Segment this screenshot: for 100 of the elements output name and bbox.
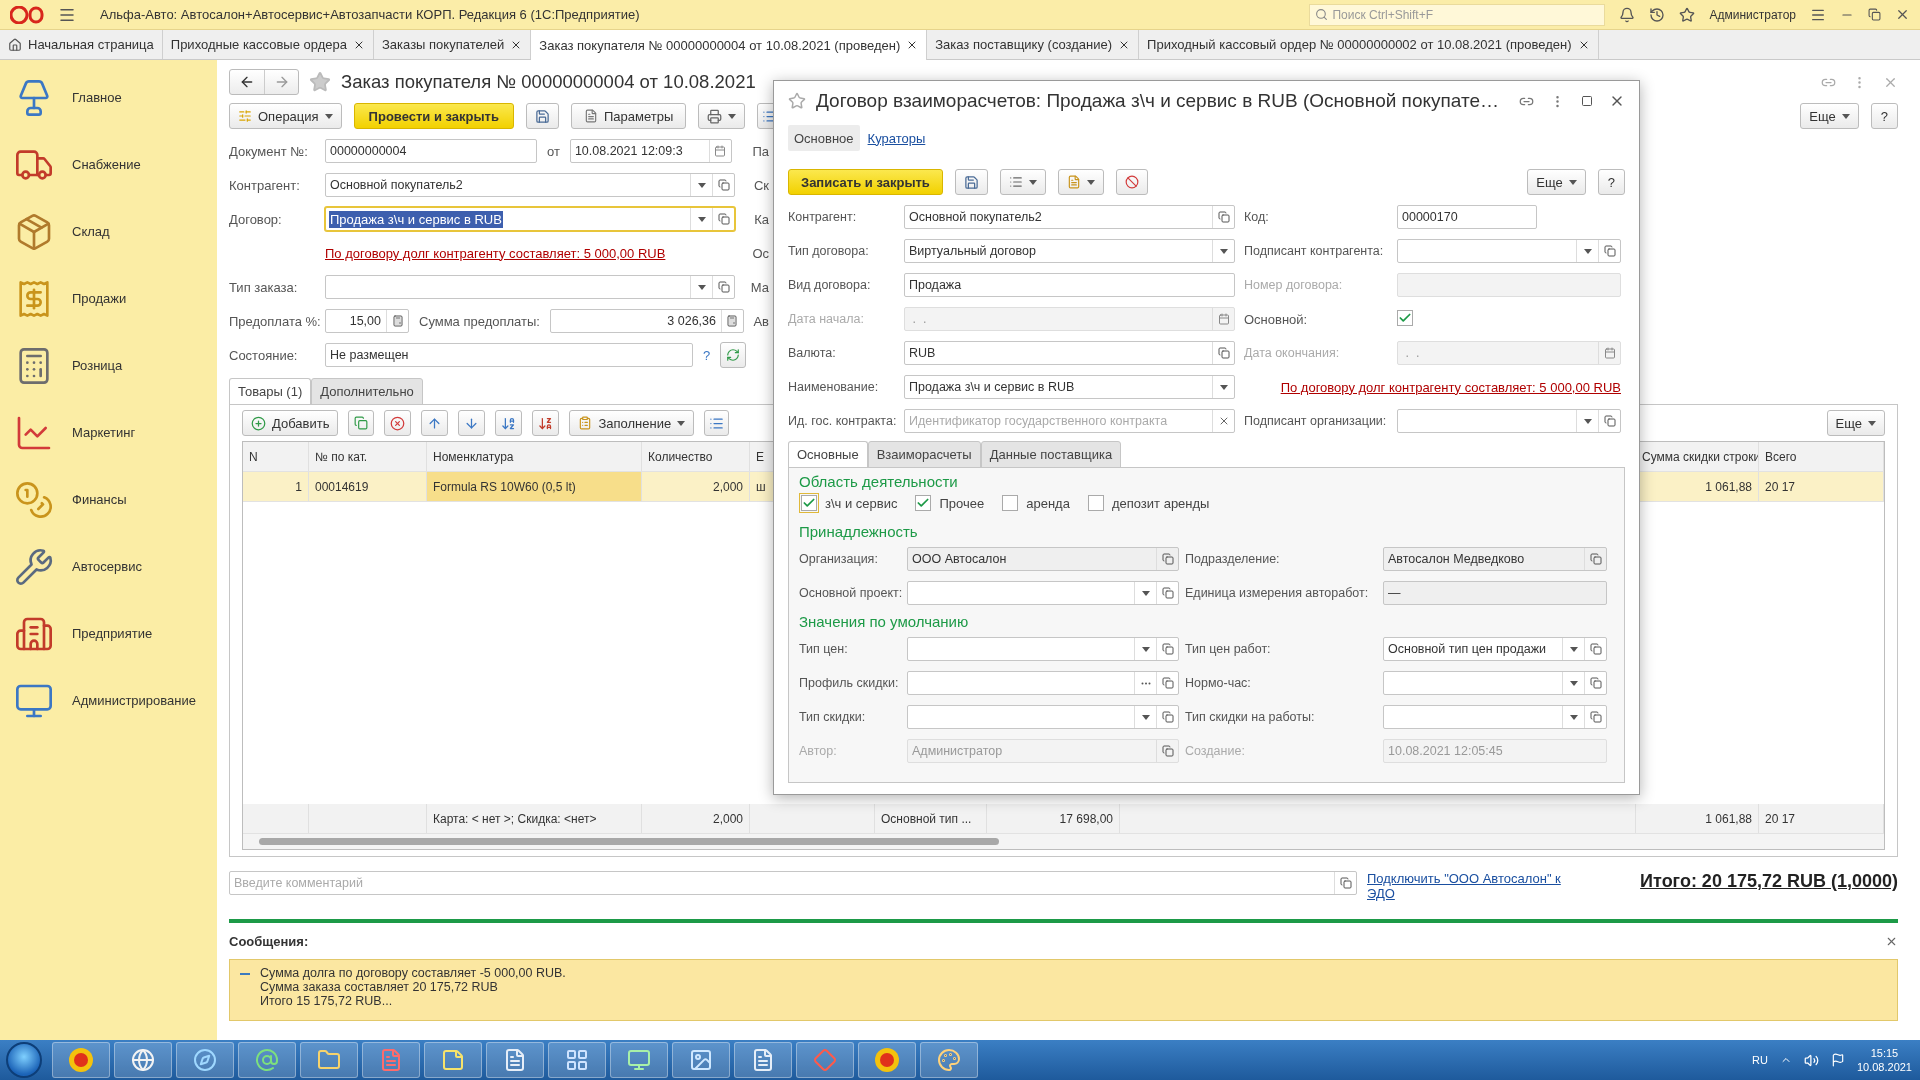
- list-button[interactable]: [999, 169, 1046, 195]
- maximize-icon[interactable]: [1581, 95, 1593, 107]
- more-button[interactable]: Еще: [1800, 103, 1859, 129]
- taskbar-button[interactable]: [734, 1042, 792, 1078]
- checkbox-label[interactable]: аренда: [1026, 495, 1070, 511]
- input-field[interactable]: RUB: [904, 341, 1235, 365]
- tab[interactable]: Основные: [788, 441, 868, 468]
- input-field[interactable]: [325, 275, 735, 299]
- checkbox-label[interactable]: Прочее: [939, 495, 985, 511]
- taskbar-button[interactable]: [52, 1042, 110, 1078]
- taskbar-button[interactable]: [424, 1042, 482, 1078]
- input-field[interactable]: [907, 637, 1179, 661]
- restore-icon[interactable]: [1868, 8, 1881, 21]
- input-field[interactable]: —: [1383, 581, 1607, 605]
- tab[interactable]: Товары (1): [229, 378, 312, 405]
- tab[interactable]: Приходный кассовый ордер № 00000000002 от 10.08.2021 (проведен): [1139, 30, 1599, 59]
- tab[interactable]: Данные поставщика: [980, 441, 1122, 468]
- close-icon[interactable]: [1895, 7, 1910, 22]
- input-field[interactable]: Не размещен: [325, 343, 693, 367]
- horizontal-scrollbar[interactable]: [243, 834, 1884, 849]
- post-and-close-button[interactable]: Провести и закрыть: [353, 103, 514, 129]
- input-field[interactable]: 00000000004: [325, 139, 537, 163]
- taskbar-button[interactable]: [238, 1042, 296, 1078]
- taskbar-button[interactable]: [672, 1042, 730, 1078]
- checkbox-label[interactable]: з\ч и сервис: [825, 495, 898, 511]
- help-link[interactable]: ?: [703, 347, 711, 363]
- tab[interactable]: Начальная страница: [0, 30, 163, 59]
- checkbox[interactable]: [915, 495, 932, 511]
- input-field[interactable]: 3 026,36: [549, 309, 744, 333]
- help-button[interactable]: ?: [1597, 169, 1625, 195]
- parameters-button[interactable]: Параметры: [570, 103, 687, 129]
- checkbox[interactable]: [1087, 495, 1104, 511]
- table-cell[interactable]: 20 17: [1759, 472, 1884, 501]
- sidebar-item[interactable]: Снабжение: [0, 131, 217, 198]
- sort-ascending-button[interactable]: [495, 410, 523, 436]
- input-field[interactable]: [907, 581, 1179, 605]
- fill-button[interactable]: Заполнение: [569, 410, 695, 436]
- input-field[interactable]: ООО Автосалон: [907, 547, 1179, 571]
- sidebar-item[interactable]: Продажи: [0, 265, 217, 332]
- tab[interactable]: Взаиморасчеты: [867, 441, 981, 468]
- navigation-buttons[interactable]: [229, 69, 299, 95]
- edo-link[interactable]: Подключить "ООО Автосалон" к ЭДО: [1367, 871, 1567, 901]
- taskbar-button[interactable]: [610, 1042, 668, 1078]
- start-button[interactable]: [6, 1042, 42, 1078]
- input-field[interactable]: Продажа з\ч и сервис в RUB: [904, 375, 1235, 399]
- document-button[interactable]: [1057, 169, 1104, 195]
- taskbar-button[interactable]: [548, 1042, 606, 1078]
- debt-link[interactable]: По договору долг контрагенту составляет: 5 000,00 RUB: [1280, 379, 1621, 395]
- input-field[interactable]: Продажа: [904, 273, 1235, 297]
- taskbar-button[interactable]: [796, 1042, 854, 1078]
- input-field[interactable]: Идентификатор государственного контракта: [904, 409, 1235, 433]
- move-down-button[interactable]: [458, 410, 486, 436]
- checkbox[interactable]: [1002, 495, 1019, 511]
- cancel-button[interactable]: [1115, 169, 1148, 195]
- checkbox[interactable]: [801, 495, 817, 511]
- column-header[interactable]: Количество: [642, 442, 750, 471]
- user-name[interactable]: Администратор: [1709, 7, 1796, 22]
- list-button[interactable]: [704, 410, 730, 436]
- history-icon[interactable]: [1649, 6, 1666, 23]
- sidebar-item[interactable]: Предприятие: [0, 600, 217, 667]
- input-field[interactable]: 00000170: [1397, 205, 1537, 229]
- save-button[interactable]: [525, 103, 559, 129]
- input-field[interactable]: [907, 705, 1179, 729]
- add-button[interactable]: Добавить: [242, 410, 339, 436]
- column-header[interactable]: Номенклатура: [427, 442, 642, 471]
- input-field[interactable]: Автосалон Медведково: [1383, 547, 1607, 571]
- operation-button[interactable]: Операция: [229, 103, 342, 129]
- taskbar-button[interactable]: [362, 1042, 420, 1078]
- tab[interactable]: Приходные кассовые ордера: [162, 30, 374, 59]
- sidebar-item[interactable]: Маркетинг: [0, 399, 217, 466]
- taskbar-button[interactable]: [486, 1042, 544, 1078]
- sidebar-item[interactable]: Розница: [0, 332, 217, 399]
- tab[interactable]: Дополнительно: [311, 378, 423, 405]
- flag-icon[interactable]: [1830, 1053, 1845, 1067]
- input-field[interactable]: Продажа з\ч и сервис в RUB: [325, 207, 735, 231]
- taskbar-button[interactable]: [114, 1042, 172, 1078]
- input-field[interactable]: 15,00: [325, 309, 409, 333]
- table-cell[interactable]: 1: [243, 472, 309, 501]
- sidebar-item[interactable]: Финансы: [0, 466, 217, 533]
- copy-button[interactable]: [348, 410, 375, 436]
- sort-descending-button[interactable]: [532, 410, 560, 436]
- more-button[interactable]: Еще: [1826, 410, 1885, 436]
- tab[interactable]: Заказ покупателя № 00000000004 от 10.08.2021 (проведен): [531, 30, 928, 60]
- print-button[interactable]: [698, 103, 746, 129]
- input-field[interactable]: Основной тип цен продажи: [1383, 637, 1607, 661]
- more-button[interactable]: Еще: [1527, 169, 1586, 195]
- taskbar-button[interactable]: [920, 1042, 978, 1078]
- taskbar-button[interactable]: [858, 1042, 916, 1078]
- bell-icon[interactable]: [1619, 6, 1636, 23]
- input-field[interactable]: [1397, 409, 1621, 433]
- language-indicator[interactable]: RU: [1752, 1054, 1768, 1066]
- checkbox-label[interactable]: депозит аренды: [1111, 495, 1210, 511]
- sidebar-item[interactable]: Автосервис: [0, 533, 217, 600]
- checkbox[interactable]: [1397, 310, 1413, 326]
- sidebar-item[interactable]: Администрирование: [0, 667, 217, 734]
- delete-button[interactable]: [384, 410, 412, 436]
- star-icon[interactable]: [1679, 6, 1696, 23]
- search-field[interactable]: Поиск Ctrl+Shift+F: [1309, 3, 1606, 26]
- input-field[interactable]: Виртуальный договор: [904, 239, 1235, 263]
- sidebar-item[interactable]: Главное: [0, 64, 217, 131]
